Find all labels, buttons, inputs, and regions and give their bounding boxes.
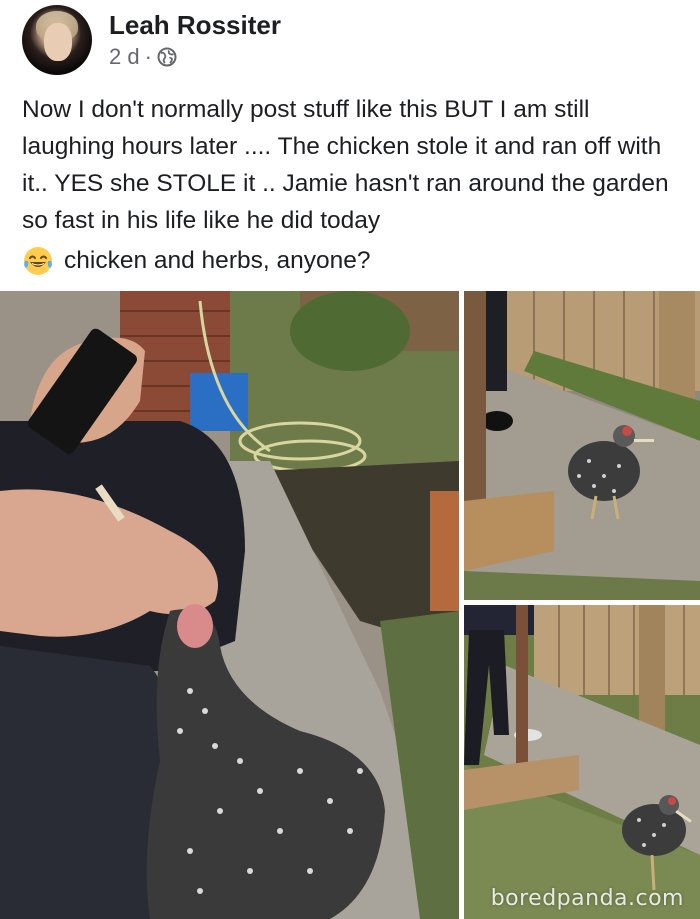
post-emoji-line: chicken and herbs, anyone?: [22, 242, 682, 279]
watermark: boredpanda.com: [490, 886, 684, 911]
facebook-post: Leah Rossiter 2 d · Now I don't normally…: [0, 0, 700, 919]
separator-dot: ·: [144, 44, 152, 69]
post-paragraph: Now I don't normally post stuff like thi…: [22, 96, 669, 234]
photo-grid: boredpanda.com: [0, 290, 700, 919]
post-text: Now I don't normally post stuff like thi…: [22, 91, 682, 279]
photo-hand-chicken[interactable]: [0, 291, 459, 919]
post-meta: Leah Rossiter 2 d ·: [109, 10, 281, 70]
laughing-tears-icon: [22, 245, 54, 277]
photo-chicken-path[interactable]: [464, 291, 700, 600]
emoji-line-text: chicken and herbs, anyone?: [64, 247, 371, 274]
post-header: Leah Rossiter 2 d ·: [22, 4, 281, 76]
post-subline: 2 d ·: [109, 44, 281, 70]
photo-chicken-garden[interactable]: boredpanda.com: [464, 605, 700, 919]
avatar-face: [44, 23, 72, 61]
avatar[interactable]: [22, 5, 92, 75]
globe-icon: [157, 47, 177, 67]
post-time[interactable]: 2 d: [109, 44, 140, 70]
author-name[interactable]: Leah Rossiter: [109, 10, 281, 40]
